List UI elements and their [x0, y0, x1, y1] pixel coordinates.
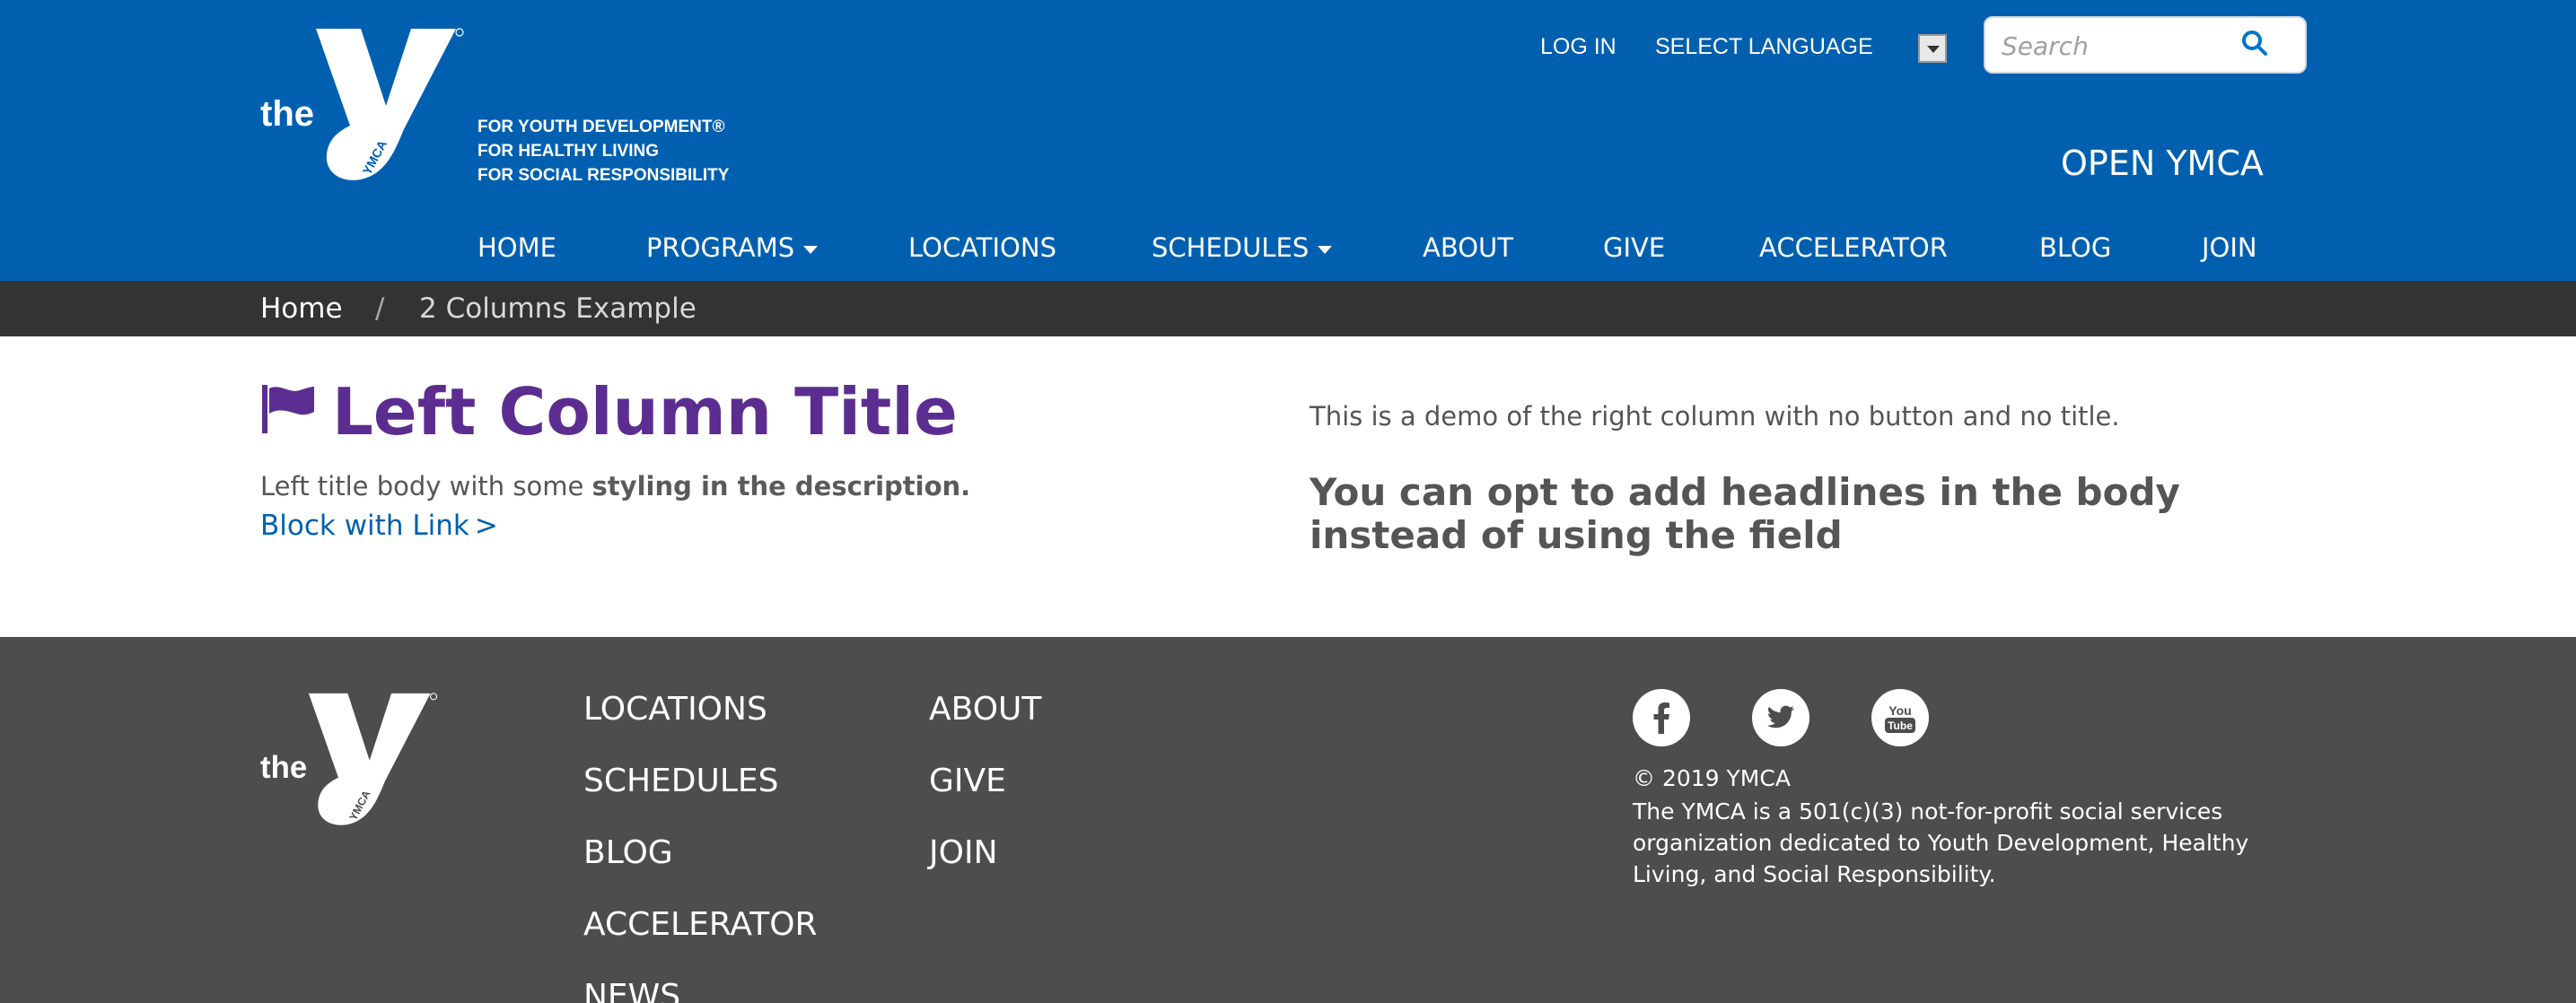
right-column-headline: You can opt to add headlines in the body…	[1310, 470, 2180, 557]
block-with-link[interactable]: Block with Link >	[260, 510, 498, 542]
svg-text:You: You	[1888, 703, 1911, 718]
caret-down-icon	[1318, 245, 1333, 254]
logo-word: the	[260, 94, 314, 134]
site-header: the YMCA FOR YOUTH DEVELOPMENT® FOR HEAL…	[0, 0, 2576, 281]
site-footer: the YMCA LOCATIONS SCHEDULES BLOG ACCELE…	[0, 637, 2576, 1003]
twitter-glyph	[1766, 705, 1794, 728]
twitter-icon[interactable]	[1752, 689, 1809, 746]
nav-about[interactable]: ABOUT	[1423, 232, 1513, 263]
select-language-label[interactable]: SELECT LANGUAGE	[1655, 34, 1873, 60]
nav-label: JOIN	[2202, 232, 2257, 263]
nav-label: GIVE	[1603, 232, 1666, 263]
search-icon[interactable]	[2240, 29, 2269, 57]
tagline: FOR YOUTH DEVELOPMENT® FOR HEALTHY LIVIN…	[478, 115, 729, 188]
svg-text:Tube: Tube	[1888, 720, 1913, 732]
login-link[interactable]: LOG IN	[1540, 34, 1617, 60]
logo-word: the	[260, 751, 307, 785]
nav-label: SCHEDULES	[1152, 232, 1310, 263]
facebook-glyph	[1653, 702, 1669, 734]
chevron-right-icon: >	[474, 510, 498, 542]
flag-icon	[262, 385, 314, 433]
tagline-line: FOR YOUTH DEVELOPMENT®	[478, 118, 725, 136]
nav-home[interactable]: HOME	[478, 232, 556, 263]
footer-link-schedules[interactable]: SCHEDULES	[583, 763, 779, 799]
nav-label: LOCATIONS	[908, 232, 1056, 263]
block-link-label: Block with Link	[260, 510, 469, 542]
nav-label: BLOG	[2039, 232, 2112, 263]
footer-link-give[interactable]: GIVE	[929, 763, 1006, 799]
ymca-logo[interactable]: the YMCA	[260, 689, 440, 828]
tagline-line: FOR HEALTHY LIVING	[478, 142, 659, 161]
search-input[interactable]	[2002, 29, 2244, 63]
chevron-down-icon	[1927, 46, 1940, 53]
caret-down-icon	[803, 245, 819, 254]
nav-give[interactable]: GIVE	[1603, 232, 1665, 263]
mission-statement: The YMCA is a 501(c)(3) not-for-profit s…	[1633, 798, 2249, 887]
nav-label: PROGRAMS	[646, 232, 795, 263]
breadcrumb-home[interactable]: Home	[260, 292, 343, 325]
footer-link-locations[interactable]: LOCATIONS	[583, 691, 767, 728]
breadcrumb-current: 2 Columns Example	[419, 292, 697, 325]
footer-link-join[interactable]: JOIN	[929, 834, 998, 871]
right-column-body: This is a demo of the right column with …	[1310, 401, 2120, 432]
nav-programs[interactable]: PROGRAMS	[646, 232, 819, 263]
youtube-icon[interactable]: You Tube	[1871, 689, 1929, 746]
nav-label: ABOUT	[1423, 232, 1513, 263]
footer-link-about[interactable]: ABOUT	[929, 691, 1041, 728]
nav-locations[interactable]: LOCATIONS	[908, 232, 1056, 263]
left-column-title: Left Column Title	[332, 374, 958, 449]
facebook-icon[interactable]	[1633, 689, 1690, 746]
footer-link-blog[interactable]: BLOG	[583, 834, 673, 871]
main-content: Left Column Title Left title body with s…	[0, 336, 2576, 637]
breadcrumb-separator: /	[375, 292, 385, 325]
open-ymca-link[interactable]: OPEN YMCA	[2061, 144, 2264, 183]
nav-join[interactable]: JOIN	[2202, 232, 2257, 263]
footer-link-accelerator[interactable]: ACCELERATOR	[583, 906, 818, 943]
copyright-text: © 2019 YMCA	[1633, 765, 1791, 791]
breadcrumb: Home / 2 Columns Example	[0, 281, 2576, 336]
tagline-line: FOR SOCIAL RESPONSIBILITY	[478, 166, 730, 185]
nav-accelerator[interactable]: ACCELERATOR	[1759, 232, 1948, 263]
youtube-glyph: You Tube	[1885, 703, 1915, 733]
body-bold-text: styling in the description.	[591, 471, 971, 502]
nav-label: HOME	[478, 232, 556, 263]
body-plain-text: Left title body with some	[260, 471, 592, 502]
left-column-body: Left title body with some styling in the…	[260, 471, 970, 502]
nav-blog[interactable]: BLOG	[2039, 232, 2111, 263]
ymca-logo[interactable]: the YMCA	[260, 25, 467, 182]
language-dropdown[interactable]	[1918, 34, 1947, 63]
nav-label: ACCELERATOR	[1759, 232, 1948, 263]
footer-link-news[interactable]: NEWS	[583, 978, 680, 1003]
nav-schedules[interactable]: SCHEDULES	[1152, 232, 1333, 263]
